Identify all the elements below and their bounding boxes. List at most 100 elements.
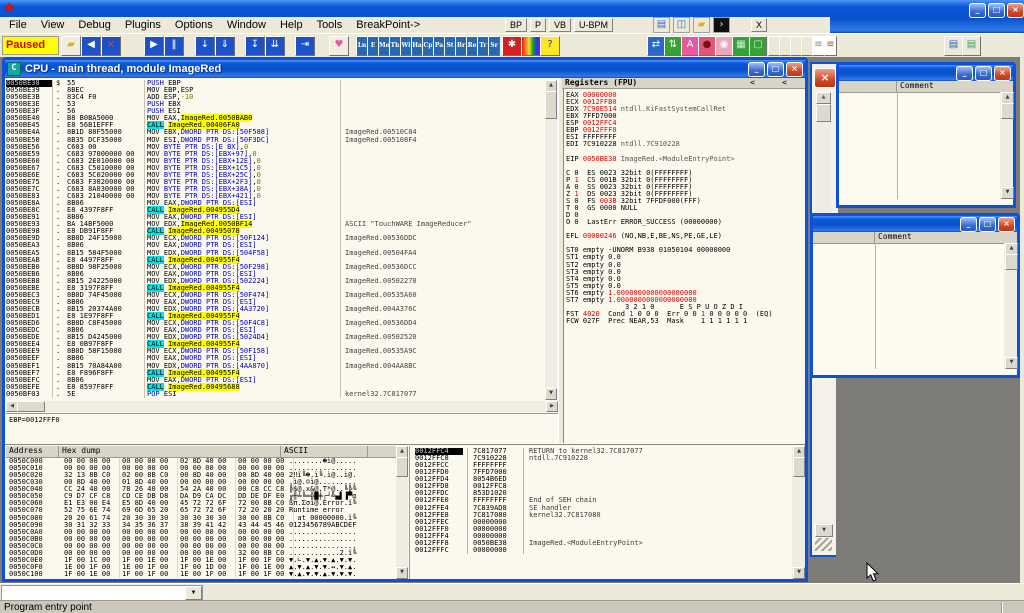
stack-row[interactable]: 0012FFF80050BE38ImageRed.<ModuleEntryPoi… (410, 540, 793, 547)
disasm-row[interactable]: 0050BEE9.8B0D 58F15000MOV ECX,DWORD PTR … (6, 348, 545, 355)
disasm-row[interactable]: 0050BEB0.8B0D 98F25000MOV ECX,DWORD PTR … (6, 264, 545, 271)
menu-options[interactable]: Options (168, 17, 220, 33)
animate-over-button[interactable]: ⇊ (265, 36, 285, 56)
stack-row[interactable]: 0012FFE87C817080kernel32.7C817080 (410, 512, 793, 519)
cpu-window[interactable]: C CPU - main thread, module ImageRed _ □… (2, 57, 808, 582)
new-document-icon[interactable]: ▤ (653, 17, 670, 33)
stack-row[interactable]: 0012FFEC00000000 (410, 519, 793, 526)
menu-close-button[interactable]: X (751, 18, 767, 32)
help-button[interactable]: ? (540, 36, 560, 56)
scroll-thumb[interactable] (793, 457, 805, 477)
spiral-button[interactable]: ◉ (715, 36, 733, 56)
close-icon[interactable]: × (994, 66, 1011, 81)
stack-row[interactable]: 0012FFD80012FFC8 (410, 483, 793, 490)
stack-row[interactable]: 0012FFFC00000000 (410, 547, 793, 554)
disasm-vertical-scrollbar[interactable]: ▲ ▼ (545, 80, 557, 400)
collapse-icon[interactable]: < (750, 78, 755, 88)
disasm-row[interactable]: 0050BED6.8B0D C8F45000MOV ECX,DWORD PTR … (6, 320, 545, 327)
scroll-thumb[interactable] (816, 104, 831, 122)
register-line[interactable]: EIP 0050BE38 ImageRed.<ModuleEntryPoint> (566, 156, 773, 163)
disasm-row[interactable]: 0050BE8C.E8 4397F8FFCALL ImageRed.004955… (6, 207, 545, 214)
combo-dropdown-icon[interactable]: ▼ (185, 586, 202, 600)
cpu-title-bar[interactable]: C CPU - main thread, module ImageRed _ □… (5, 60, 805, 78)
comment-scrollbar[interactable]: ▲ ▼ (1004, 243, 1017, 369)
menu-button-vb[interactable]: VB (549, 18, 571, 32)
scroll-down-icon[interactable]: ▼ (1001, 187, 1014, 199)
disasm-row[interactable]: 0050BEC3.8B0D 74F45000MOV ECX,DWORD PTR … (6, 292, 545, 299)
disasm-horizontal-scrollbar[interactable]: ◀ ▶ (6, 401, 558, 412)
comment-scrollbar[interactable]: ▲ ▼ (1000, 92, 1013, 199)
register-line[interactable]: EDI 7C910228 ntdll.7C910228 (566, 141, 773, 148)
registers-pane[interactable]: Registers (FPU) < < EAX 00000000ECX 0012… (562, 78, 805, 443)
scroll-down-icon[interactable]: ▼ (793, 567, 805, 579)
close-icon[interactable]: × (786, 62, 803, 77)
scroll-thumb[interactable] (545, 91, 557, 119)
window-list-button-2[interactable]: ▤ (962, 36, 981, 56)
comment-window-title-bar[interactable]: _ □ × (813, 216, 1017, 232)
menu-breakpoint[interactable]: BreakPoint-> (349, 17, 427, 33)
close-icon[interactable]: × (814, 68, 836, 88)
menu-tools[interactable]: Tools (310, 17, 350, 33)
restore-icon[interactable]: □ (988, 3, 1005, 18)
step-into-button[interactable]: ↓ (195, 36, 215, 56)
fragment-scrollbar[interactable]: ▲ (815, 92, 831, 212)
dump-row[interactable]: 0050C1001F 00 1E 001F 00 1F 001E 00 1F 0… (6, 571, 356, 578)
disasm-row[interactable]: 0050BE83.C683 21040000 00MOV BYTE PTR DS… (6, 193, 545, 200)
menu-help[interactable]: Help (273, 17, 310, 33)
command-combobox[interactable]: ▼ (1, 585, 203, 601)
menu-button-bp[interactable]: BP (505, 18, 527, 32)
disasm-row[interactable]: 0050BEF7.E8 F896F8FFCALL ImageRed.004955… (6, 370, 545, 377)
step-over-button[interactable]: ↧ (245, 36, 265, 56)
scroll-right-icon[interactable]: ▶ (546, 401, 558, 412)
minimize-icon[interactable]: _ (960, 217, 977, 232)
disasm-row[interactable]: 0050BF03.5EPOP ESIkernel32.7C817077 (6, 391, 545, 398)
font-a-button[interactable]: A (681, 36, 699, 56)
disasm-row[interactable]: 0050BEFE.E8 8597F8FFCALL ImageRed.004956… (6, 384, 545, 391)
menu-button-u-bpm[interactable]: U-BPM (574, 18, 613, 32)
appearance-rainbow-button[interactable] (521, 36, 541, 56)
record-button[interactable]: ● (698, 36, 716, 56)
disassembly-pane[interactable]: 0050BE38$55PUSH EBP0050BE39.8BECMOV EBP,… (6, 80, 545, 400)
background-window-fragment-top[interactable]: × ▲ (810, 62, 838, 215)
menu-plugins[interactable]: Plugins (118, 17, 168, 33)
minimize-icon[interactable]: _ (748, 62, 765, 77)
resize-grip[interactable] (815, 538, 832, 551)
run-button[interactable]: ▶ (144, 36, 164, 56)
comment-window-top[interactable]: _ □ × Comment ▲ ▼ (836, 62, 1016, 208)
menu-window[interactable]: Window (220, 17, 273, 33)
scroll-down-icon[interactable]: ▼ (815, 524, 833, 537)
pause-button[interactable]: ‖ (164, 36, 184, 56)
background-window-fragment-bottom[interactable]: ▼ (810, 378, 836, 557)
maximize-icon[interactable]: □ (767, 62, 784, 77)
menu-file[interactable]: File (2, 17, 34, 33)
stack-row[interactable]: 0012FFD07FFD7000 (410, 469, 793, 476)
scroll-thumb[interactable] (1005, 254, 1018, 270)
plugin-heart-button[interactable]: ♥ (329, 36, 349, 56)
report-list-button-2[interactable]: ≡ (824, 36, 837, 56)
menu-debug[interactable]: Debug (71, 17, 117, 33)
minimize-icon[interactable]: _ (969, 3, 986, 18)
comment-window-bottom[interactable]: _ □ × Comment ▲ ▼ (810, 213, 1020, 378)
scroll-thumb[interactable] (1001, 103, 1014, 119)
collapse-icon[interactable]: < (782, 78, 787, 88)
close-icon[interactable]: × (998, 217, 1015, 232)
options-gear-button[interactable]: ✱ (502, 36, 522, 56)
dump-vertical-scrollbar[interactable]: ▲ ▼ (396, 446, 408, 579)
swap-arrows-button[interactable]: ⇄ (647, 36, 665, 56)
register-line[interactable]: O 0 LastErr ERROR_SUCCESS (00000000) (566, 219, 773, 226)
scroll-thumb[interactable] (17, 401, 45, 412)
scroll-down-icon[interactable]: ▼ (396, 567, 408, 579)
restart-button[interactable]: ◀ (81, 36, 101, 56)
scroll-down-icon[interactable]: ▼ (545, 388, 557, 400)
stack-row[interactable]: 0012FFD48054B6ED (410, 476, 793, 483)
register-line[interactable]: EFL 00000246 (NO,NB,E,BE,NS,PE,GE,LE) (566, 233, 773, 240)
stack-row[interactable]: 0012FFDC853D1020 (410, 490, 793, 497)
maximize-icon[interactable]: □ (979, 217, 996, 232)
disasm-row[interactable]: 0050BE38$55PUSH EBP (6, 80, 545, 87)
stack-pane[interactable]: 0012FFC47C817077RETURN to kernel32.7C817… (409, 446, 793, 579)
updown-button[interactable]: ⇅ (664, 36, 682, 56)
menu-view[interactable]: View (34, 17, 72, 33)
scroll-up-icon[interactable]: ▲ (816, 92, 831, 104)
save-icon[interactable]: ◫ (673, 17, 690, 33)
hex-dump-pane[interactable]: Address Hex dump ASCII 0050C00000 00 00 … (6, 446, 396, 579)
